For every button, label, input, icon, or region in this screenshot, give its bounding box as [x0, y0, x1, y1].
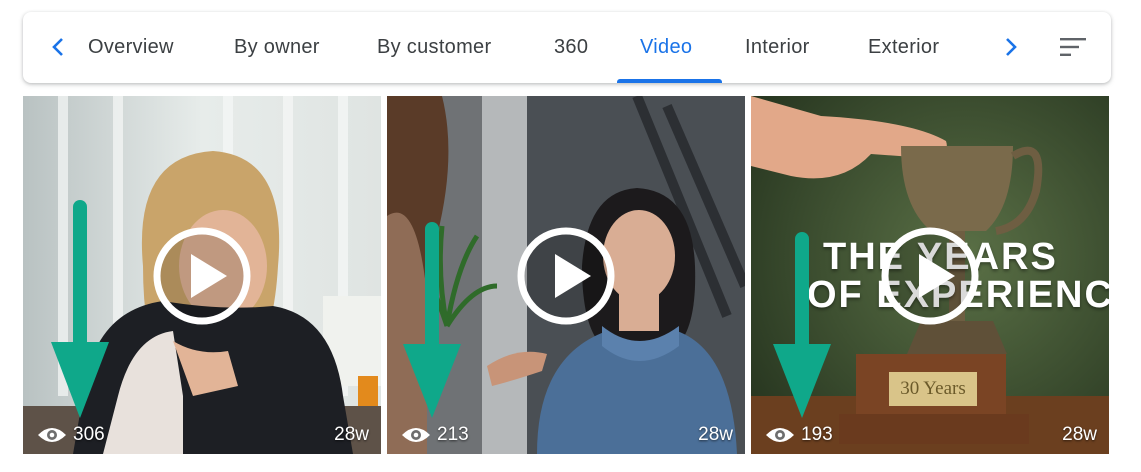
- tab-overview[interactable]: Overview: [88, 12, 174, 83]
- play-icon[interactable]: [880, 226, 980, 326]
- view-count: 193: [765, 424, 833, 446]
- view-count: 213: [401, 424, 469, 446]
- tab-exterior[interactable]: Exterior: [868, 12, 939, 83]
- eye-icon: [766, 428, 794, 442]
- video-age: 28w: [334, 424, 369, 445]
- tab-interior[interactable]: Interior: [745, 12, 810, 83]
- tab-video[interactable]: Video: [640, 12, 692, 83]
- view-count-value: 193: [801, 424, 833, 445]
- video-thumbnail-1[interactable]: 306 28w: [23, 96, 381, 454]
- sort-icon[interactable]: [1059, 34, 1087, 60]
- video-thumbnail-3[interactable]: 30 Years THE YEARS OF EXPERIENCE 193 28w: [751, 96, 1109, 454]
- tab-by-owner[interactable]: By owner: [234, 12, 320, 83]
- view-count-value: 213: [437, 424, 469, 445]
- down-arrow-annotation: [403, 222, 461, 418]
- down-arrow-annotation: [773, 232, 831, 418]
- video-age: 28w: [698, 424, 733, 445]
- view-count-value: 306: [73, 424, 105, 445]
- down-arrow-annotation: [51, 200, 109, 418]
- active-tab-indicator: [617, 79, 722, 83]
- tab-by-customer[interactable]: By customer: [377, 12, 491, 83]
- view-count: 306: [37, 424, 105, 446]
- eye-icon: [402, 428, 430, 442]
- eye-icon: [38, 428, 66, 442]
- chevron-right-icon[interactable]: [998, 34, 1024, 60]
- play-icon[interactable]: [152, 226, 252, 326]
- video-thumbnail-2[interactable]: 213 28w: [387, 96, 745, 454]
- video-age: 28w: [1062, 424, 1097, 445]
- play-icon[interactable]: [516, 226, 616, 326]
- chevron-left-icon[interactable]: [45, 34, 71, 60]
- trophy-plaque: 30 Years: [889, 372, 977, 406]
- tab-360[interactable]: 360: [554, 12, 588, 83]
- tab-bar: Overview By owner By customer 360 Video …: [23, 12, 1111, 83]
